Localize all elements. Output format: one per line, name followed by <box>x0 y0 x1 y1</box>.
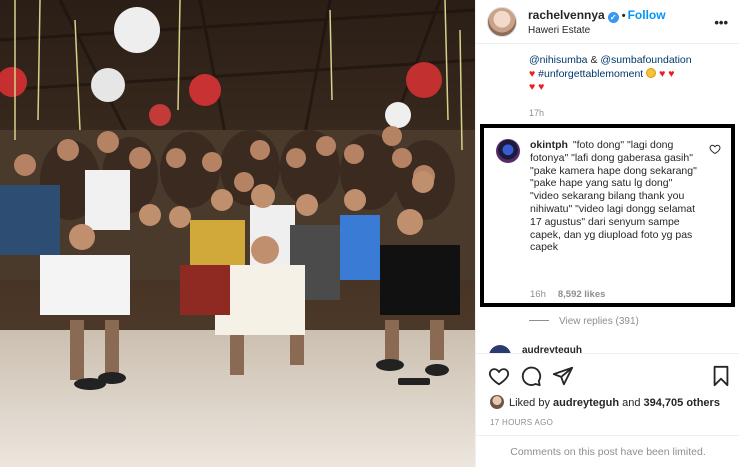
comment-likes-count[interactable]: 8,592 likes <box>558 289 606 300</box>
verified-icon: ✓ <box>607 12 619 23</box>
comment-timestamp[interactable]: 16h <box>530 289 546 300</box>
heart-emoji: ♥ <box>659 67 666 80</box>
next-commenter-username[interactable]: audreyteguh <box>522 345 582 353</box>
tired-face-emoji <box>646 67 657 78</box>
post-photo[interactable] <box>0 0 475 467</box>
likes-middle: and <box>619 397 644 409</box>
post-side-panel: rachelvennya ✓ • Follow Haweri Estate ••• @… <box>475 0 739 467</box>
caption-hashtag[interactable]: #unforgettablemoment <box>538 68 643 80</box>
likes-prefix: Liked by <box>509 397 554 409</box>
heart-emoji: ♥ <box>538 81 545 93</box>
caption-text: @nihisumba & @sumbafoundation ♥ #unforge… <box>529 54 729 95</box>
view-replies-label[interactable]: View replies (391) <box>559 316 639 327</box>
heart-emoji: ♥ <box>668 67 675 80</box>
heart-emoji: ♥ <box>529 67 536 80</box>
post-location[interactable]: Haweri Estate <box>528 25 590 36</box>
caption-timestamp[interactable]: 17h <box>529 108 544 118</box>
follow-button[interactable]: Follow <box>628 8 666 22</box>
author-username[interactable]: rachelvennya <box>528 8 605 22</box>
author-avatar[interactable] <box>487 7 517 37</box>
commenter-username[interactable]: okintph <box>530 139 568 151</box>
more-icon[interactable]: ••• <box>714 15 728 30</box>
highlighted-comment: okintph "foto dong" "lagi dong fotonya" … <box>480 124 735 307</box>
share-icon[interactable] <box>552 365 574 387</box>
author-line: rachelvennya ✓ • Follow <box>528 8 666 23</box>
post-header: rachelvennya ✓ • Follow Haweri Estate ••• <box>476 0 739 44</box>
comment-body: okintph "foto dong" "lagi dong fotonya" … <box>530 139 700 254</box>
commenter-avatar[interactable] <box>496 139 520 163</box>
comments-limited-notice: Comments on this post have been limited. <box>476 435 739 467</box>
liker-username[interactable]: audreyteguh <box>553 397 619 409</box>
heart-emoji: ♥ <box>529 81 536 93</box>
comment-text: "foto dong" "lagi dong fotonya" "lafi do… <box>530 139 697 254</box>
caption-amp: & <box>587 54 601 66</box>
next-comment-peek: audreyteguh <box>489 343 729 353</box>
liker-avatar[interactable] <box>490 395 504 409</box>
caption-mention-2[interactable]: @sumbafoundation <box>600 54 691 66</box>
replies-divider-line <box>529 320 549 321</box>
post-actions: Liked by audreyteguh and 394,705 others … <box>476 353 739 467</box>
separator-dot: • <box>621 10 626 22</box>
comment-meta: 16h 8,592 likes <box>530 289 605 300</box>
post-timestamp[interactable]: 17 HOURS AGO <box>490 418 553 427</box>
next-commenter-avatar[interactable] <box>489 345 511 353</box>
heart-icon[interactable] <box>709 143 721 155</box>
heart-icon[interactable] <box>488 365 510 387</box>
caption-mention-1[interactable]: @nihisumba <box>529 54 588 66</box>
likes-others-count[interactable]: 394,705 others <box>644 397 720 409</box>
comment-icon[interactable] <box>520 365 542 387</box>
group-photo-illustration <box>0 0 475 467</box>
view-replies-link[interactable]: View replies (391) <box>529 316 639 327</box>
likes-summary: Liked by audreyteguh and 394,705 others <box>490 395 720 409</box>
save-icon[interactable] <box>710 365 732 387</box>
